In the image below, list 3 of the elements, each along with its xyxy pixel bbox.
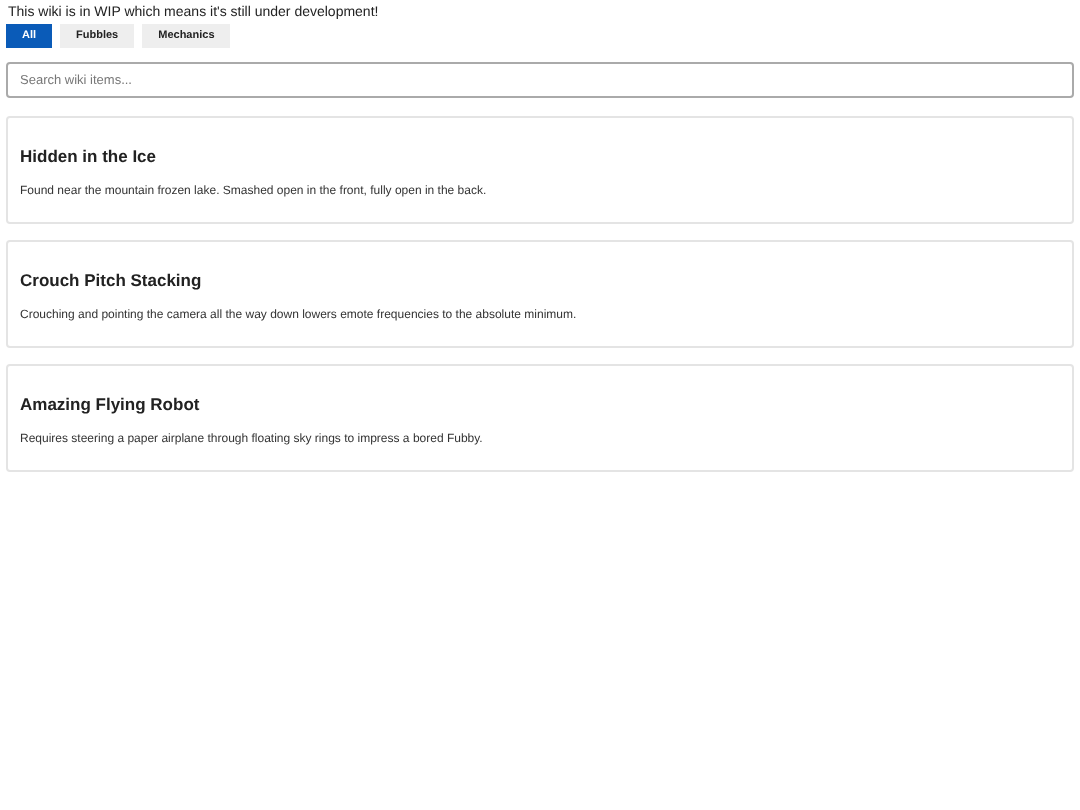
item-title: Crouch Pitch Stacking	[20, 269, 204, 290]
item-title: Hidden in the Ice	[20, 145, 159, 166]
item-title: Amazing Flying Robot	[20, 393, 202, 415]
